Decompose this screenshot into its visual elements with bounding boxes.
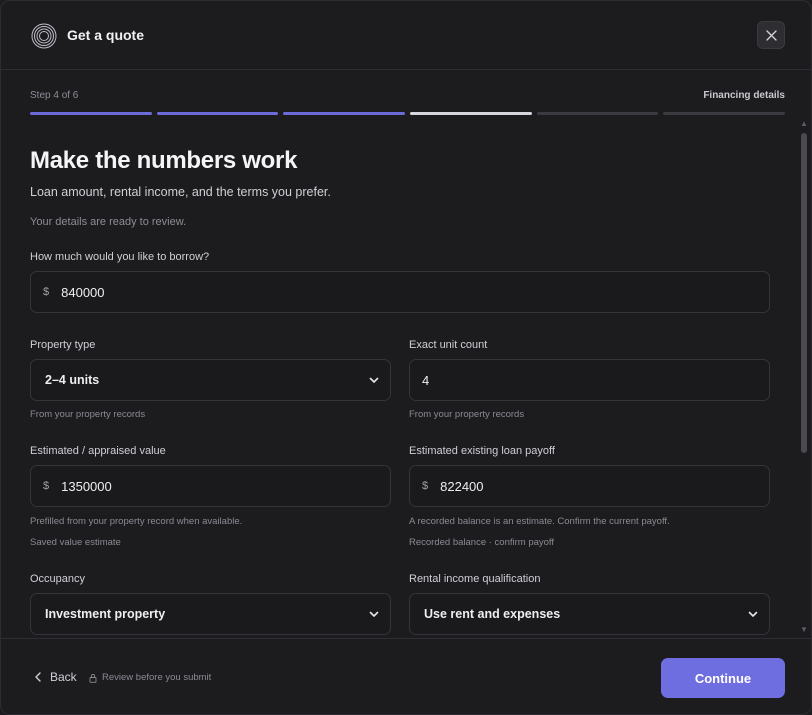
progress-segment <box>663 112 786 115</box>
borrow-label: How much would you like to borrow? <box>30 251 210 263</box>
quote-modal: Get a quote Step 4 of 6 Financing detail… <box>0 0 812 715</box>
unit-count-input[interactable]: 4 <box>409 359 770 401</box>
occupancy-select[interactable]: Investment property <box>30 593 391 635</box>
lock-icon <box>89 673 97 683</box>
chevron-down-icon <box>748 611 758 617</box>
chevron-down-icon <box>369 377 379 383</box>
scroll-down-arrow-icon[interactable]: ▼ <box>799 625 809 635</box>
back-button-label: Back <box>50 670 77 684</box>
occupancy-label: Occupancy <box>30 573 86 585</box>
appraised-value-input[interactable]: $ 1350000 <box>30 465 391 507</box>
appraised-value-label: Estimated / appraised value <box>30 445 166 457</box>
modal-footer: Back Review before you submit Continue <box>1 638 811 714</box>
property-type-hint: From your property records <box>30 409 146 420</box>
appraised-value-value: 1350000 <box>61 478 112 494</box>
currency-prefix: $ <box>43 480 50 492</box>
progress-segment <box>30 112 152 115</box>
unit-count-hint: From your property records <box>409 409 525 420</box>
modal-title: Get a quote <box>67 27 145 43</box>
step-name: Financing details <box>703 90 785 101</box>
rental-income-label: Rental income qualification <box>409 573 541 585</box>
progress-segment <box>156 112 279 115</box>
property-type-value: 2–4 units <box>45 373 100 387</box>
borrow-amount-input[interactable]: $ 840000 <box>30 271 770 313</box>
appraised-value-hint: Prefilled from your property record when… <box>30 516 243 527</box>
rental-income-select[interactable]: Use rent and expenses <box>409 593 770 635</box>
progress-segment-current <box>410 112 532 115</box>
loan-payoff-input[interactable]: $ 822400 <box>409 465 770 507</box>
borrow-amount-value: 840000 <box>61 284 105 300</box>
appraised-value-hint-secondary: Saved value estimate <box>30 537 121 548</box>
loan-payoff-value: 822400 <box>440 478 484 494</box>
chevron-left-icon <box>35 672 41 682</box>
review-note-text: Review before you submit <box>102 672 212 683</box>
scrollbar-thumb[interactable] <box>801 133 807 453</box>
continue-button[interactable]: Continue <box>661 658 785 698</box>
loan-payoff-hint: A recorded balance is an estimate. Confi… <box>409 516 670 527</box>
page-subtitle: Loan amount, rental income, and the term… <box>30 185 331 199</box>
step-counter: Step 4 of 6 <box>30 90 79 101</box>
page-heading: Make the numbers work <box>30 147 298 174</box>
currency-prefix: $ <box>43 286 50 298</box>
concentric-circles-logo-icon <box>31 23 57 49</box>
close-icon <box>765 29 777 41</box>
back-button[interactable]: Back <box>34 670 77 684</box>
scroll-up-arrow-icon[interactable]: ▲ <box>799 119 809 129</box>
rental-income-value: Use rent and expenses <box>424 607 561 621</box>
unit-count-label: Exact unit count <box>409 339 488 351</box>
modal-header: Get a quote <box>1 1 811 70</box>
progress-segment <box>536 112 659 115</box>
progress-bar <box>30 112 786 115</box>
review-note: Review before you submit <box>89 672 211 683</box>
unit-count-value: 4 <box>422 372 430 388</box>
property-type-select[interactable]: 2–4 units <box>30 359 391 401</box>
close-button[interactable] <box>757 21 785 49</box>
status-text: Your details are ready to review. <box>30 216 187 228</box>
loan-payoff-label: Estimated existing loan payoff <box>409 445 555 457</box>
form-content[interactable]: Step 4 of 6 Financing details Make the n… <box>1 71 801 637</box>
property-type-label: Property type <box>30 339 96 351</box>
occupancy-value: Investment property <box>45 607 166 621</box>
currency-prefix: $ <box>422 480 429 492</box>
loan-payoff-hint-secondary: Recorded balance · confirm payoff <box>409 537 555 548</box>
progress-segment <box>283 112 406 115</box>
scrollbar[interactable]: ▲ ▼ <box>799 119 809 639</box>
chevron-down-icon <box>369 611 379 617</box>
